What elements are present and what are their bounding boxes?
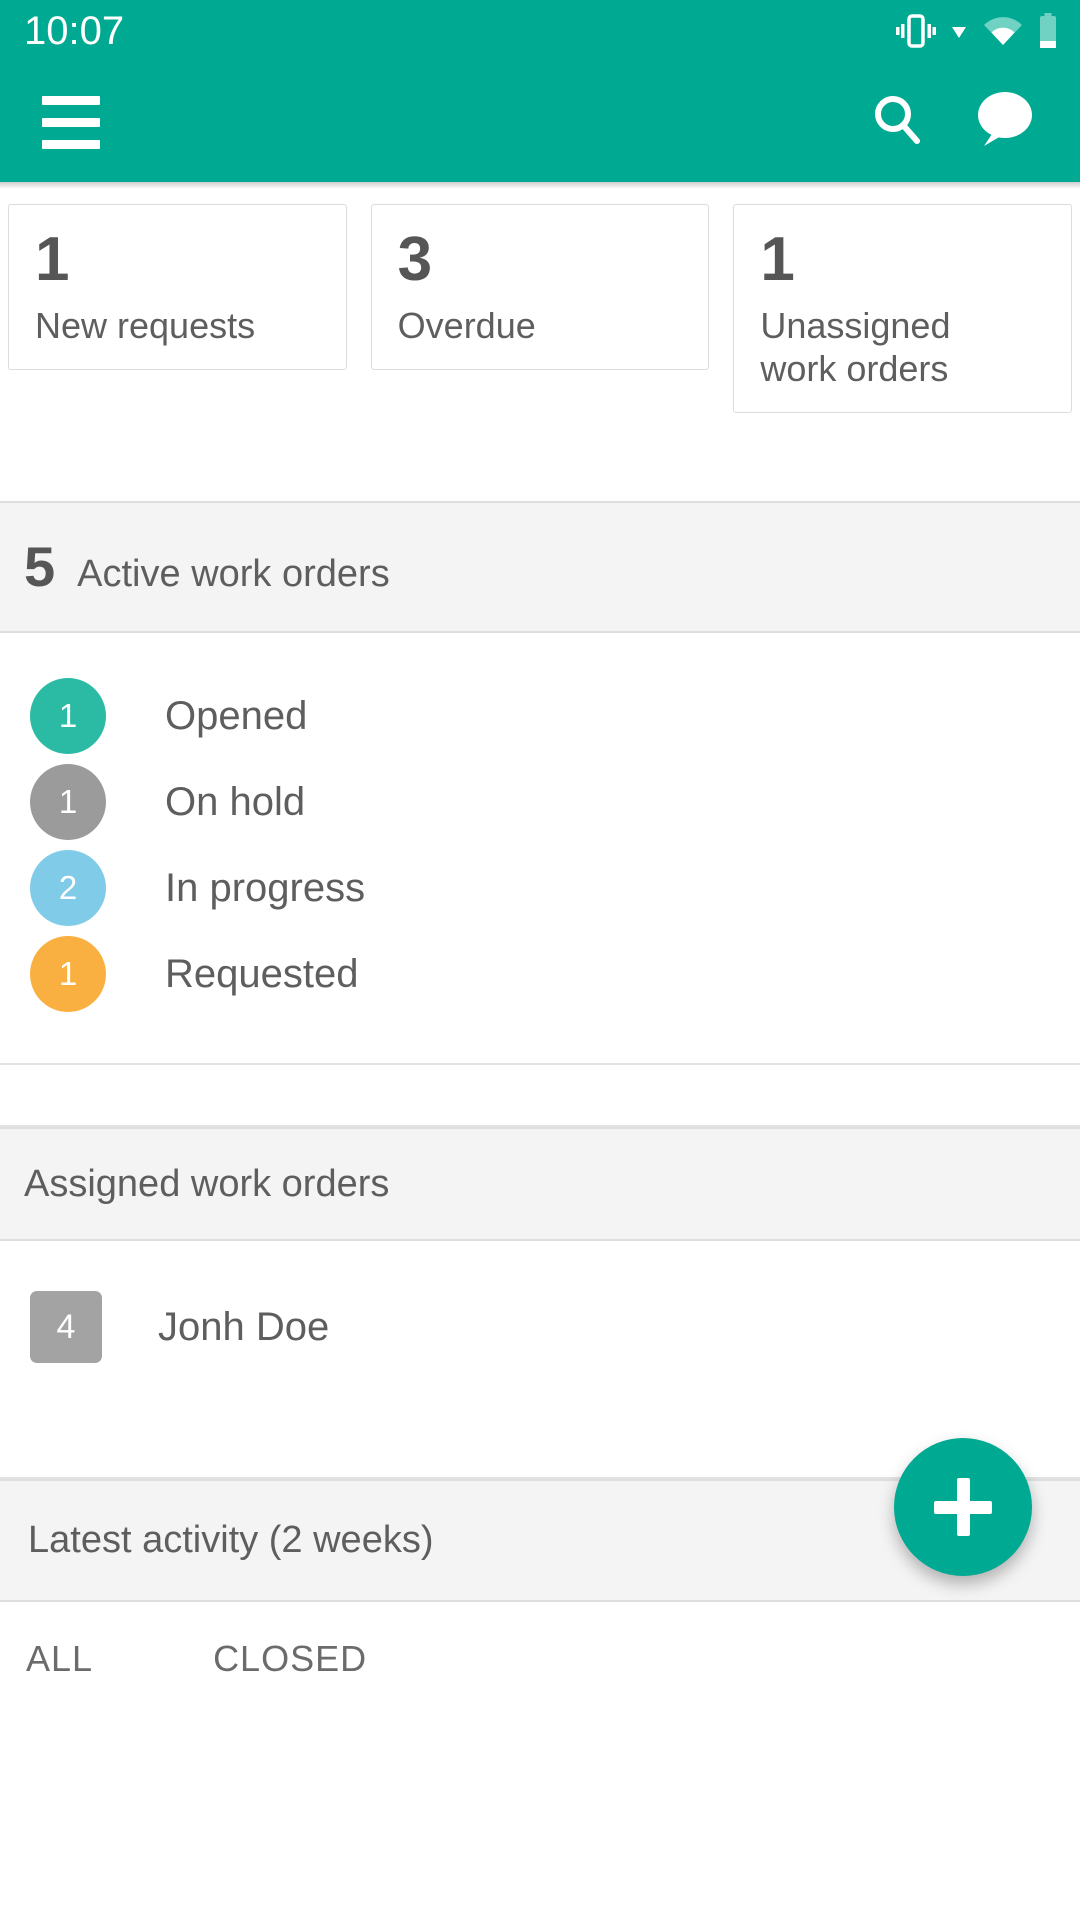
status-label: Requested [165, 951, 359, 996]
stat-card-overdue[interactable]: 3 Overdue [370, 204, 710, 371]
dropdown-triangle-icon [950, 14, 968, 48]
stat-card-label: Unassigned work orders [760, 304, 951, 390]
assigned-person-name: Jonh Doe [158, 1304, 330, 1349]
wifi-icon [982, 14, 1024, 48]
status-count-bubble: 1 [30, 936, 106, 1013]
status-row-requested[interactable]: 1 Requested [0, 931, 1080, 1017]
search-icon[interactable] [868, 90, 928, 155]
status-count-bubble: 2 [30, 850, 106, 927]
stat-card-label: New requests [35, 304, 256, 346]
assigned-list: 4 Jonh Doe [0, 1241, 1080, 1418]
status-label: On hold [165, 779, 306, 824]
status-bar-icons [896, 13, 1058, 49]
active-work-orders-count: 5 [24, 535, 56, 599]
assigned-work-orders-header: Assigned work orders [0, 1127, 1080, 1242]
status-count-bubble: 1 [30, 764, 106, 841]
hamburger-menu-icon[interactable] [42, 95, 100, 149]
status-label: Opened [165, 693, 308, 738]
vibrate-icon [896, 14, 936, 48]
tab-all[interactable]: ALL [26, 1638, 93, 1680]
add-button[interactable] [894, 1438, 1032, 1576]
assigned-row[interactable]: 4 Jonh Doe [0, 1281, 1080, 1373]
stat-card-count: 3 [397, 225, 433, 294]
cards-bottom-spacer [0, 413, 1080, 502]
status-row-opened[interactable]: 1 Opened [0, 673, 1080, 759]
stat-card-count: 1 [760, 225, 795, 294]
stat-card-label: Overdue [397, 304, 536, 346]
assigned-count-badge: 4 [30, 1291, 102, 1364]
status-count-bubble: 1 [30, 678, 106, 755]
status-bar-clock: 10:07 [24, 9, 125, 53]
status-list: 1 Opened 1 On hold 2 In progress 1 Reque… [0, 633, 1080, 1066]
app-bar [0, 62, 1080, 189]
status-row-in-progress[interactable]: 2 In progress [0, 845, 1080, 931]
active-work-orders-header: 5 Active work orders [0, 501, 1080, 634]
status-row-on-hold[interactable]: 1 On hold [0, 759, 1080, 845]
hamburger-bar [42, 139, 100, 149]
hamburger-bar [42, 95, 100, 105]
active-work-orders-title: Active work orders [77, 553, 390, 596]
assigned-work-orders-title: Assigned work orders [24, 1163, 390, 1206]
stat-card-new-requests[interactable]: 1 New requests [8, 204, 347, 371]
app-bar-actions [868, 90, 1034, 155]
stat-cards-row: 1 New requests 3 Overdue 1 Unassigned wo… [0, 182, 1080, 414]
activity-tabs: ALL CLOSED [0, 1602, 1080, 1681]
status-label: In progress [165, 865, 366, 910]
plus-icon [956, 1478, 970, 1536]
chat-bubble-icon[interactable] [972, 91, 1034, 154]
stat-card-unassigned-work-orders[interactable]: 1 Unassigned work orders [733, 204, 1073, 414]
stat-card-count: 1 [35, 225, 70, 294]
tab-closed[interactable]: CLOSED [213, 1638, 367, 1680]
latest-activity-title: Latest activity (2 weeks) [28, 1519, 434, 1562]
battery-icon [1038, 13, 1058, 49]
status-bar: 10:07 [0, 0, 1080, 62]
hamburger-bar [42, 117, 100, 127]
section-gap-band [0, 1065, 1080, 1128]
